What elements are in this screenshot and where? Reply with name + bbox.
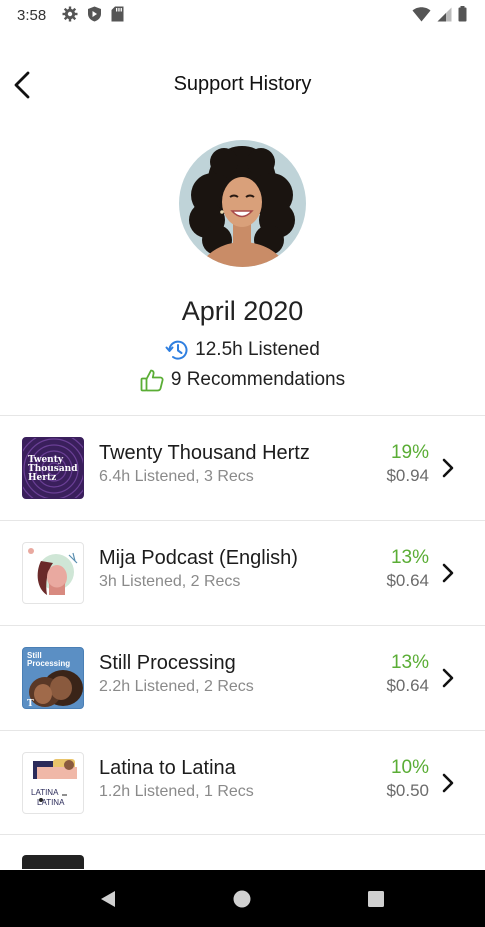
podcast-stats: 6.4h Listened, 3 Recs	[99, 468, 254, 485]
nav-recents-icon	[368, 891, 384, 907]
podcast-cover: T Still Processing	[22, 647, 84, 709]
podcast-cover: LATINA LATINA	[22, 752, 84, 814]
sd-card-icon	[111, 6, 124, 22]
listened-stat: 12.5h Listened	[0, 336, 485, 364]
podcast-title: Mija Podcast (English)	[99, 547, 298, 569]
recommendations-stat: 9 Recommendations	[0, 366, 485, 394]
podcast-percent: 10%	[390, 757, 429, 778]
podcast-percent: 13%	[390, 652, 429, 673]
podcast-stats: 1.2h Listened, 1 Recs	[99, 783, 254, 800]
wifi-icon	[412, 6, 431, 21]
thumbs-up-icon	[140, 369, 164, 391]
chevron-right-icon	[442, 458, 454, 478]
avatar	[179, 140, 306, 267]
month-title: April 2020	[181, 296, 304, 326]
cover-text: Hertz	[28, 473, 57, 483]
podcast-title: Latina to Latina	[99, 757, 236, 779]
cover-text: LATINA	[37, 798, 65, 807]
podcast-amount: $0.64	[386, 676, 429, 695]
podcast-percent: 19%	[390, 442, 429, 463]
podcast-title: Twenty Thousand Hertz	[99, 442, 310, 464]
status-time: 3:58	[17, 7, 47, 24]
history-clock-icon	[165, 340, 188, 360]
podcast-title: Still Processing	[99, 652, 236, 674]
shield-icon	[88, 6, 101, 22]
podcast-row-twenty-thousand-hertz[interactable]: Twenty Thousand Hertz Twenty Thousand He…	[0, 416, 485, 520]
app-header: Support History	[0, 60, 485, 110]
signal-icon	[437, 7, 452, 21]
nav-back-icon	[101, 891, 115, 907]
listened-text: 12.5h Listened	[195, 339, 320, 360]
podcast-stats: 2.2h Listened, 2 Recs	[99, 678, 254, 695]
cover-text: Processing	[27, 659, 71, 668]
recommendations-text: 9 Recommendations	[170, 369, 346, 390]
podcast-row-latina-to-latina[interactable]: LATINA LATINA Latina to Latina 1.2h List…	[0, 731, 485, 835]
chevron-right-icon	[442, 563, 454, 583]
chevron-right-icon	[442, 668, 454, 688]
status-bar: 3:58	[0, 0, 485, 30]
page-title: Support History	[173, 73, 312, 95]
podcast-cover	[22, 542, 84, 604]
svg-text:T: T	[27, 699, 34, 709]
podcast-amount: $0.50	[386, 781, 429, 800]
podcast-amount: $0.64	[386, 571, 429, 590]
nav-home-icon	[233, 890, 251, 908]
battery-icon	[458, 6, 467, 22]
settings-icon	[62, 6, 78, 22]
podcast-row-mija-podcast[interactable]: Mija Podcast (English) 3h Listened, 2 Re…	[0, 521, 485, 625]
podcast-amount: $0.94	[386, 466, 429, 485]
nav-back-button[interactable]	[95, 886, 121, 912]
cover-text: LATINA	[31, 788, 59, 797]
podcast-cover: Twenty Thousand Hertz	[22, 437, 84, 499]
system-nav-bar	[0, 870, 485, 927]
divider	[0, 834, 485, 835]
podcast-stats: 3h Listened, 2 Recs	[99, 573, 241, 590]
podcast-percent: 13%	[390, 547, 429, 568]
nav-home-button[interactable]	[229, 886, 255, 912]
chevron-right-icon	[442, 773, 454, 793]
podcast-row-still-processing[interactable]: T Still Processing Still Processing 2.2h…	[0, 626, 485, 730]
podcast-cover-partial[interactable]	[22, 855, 84, 869]
nav-recents-button[interactable]	[363, 886, 389, 912]
